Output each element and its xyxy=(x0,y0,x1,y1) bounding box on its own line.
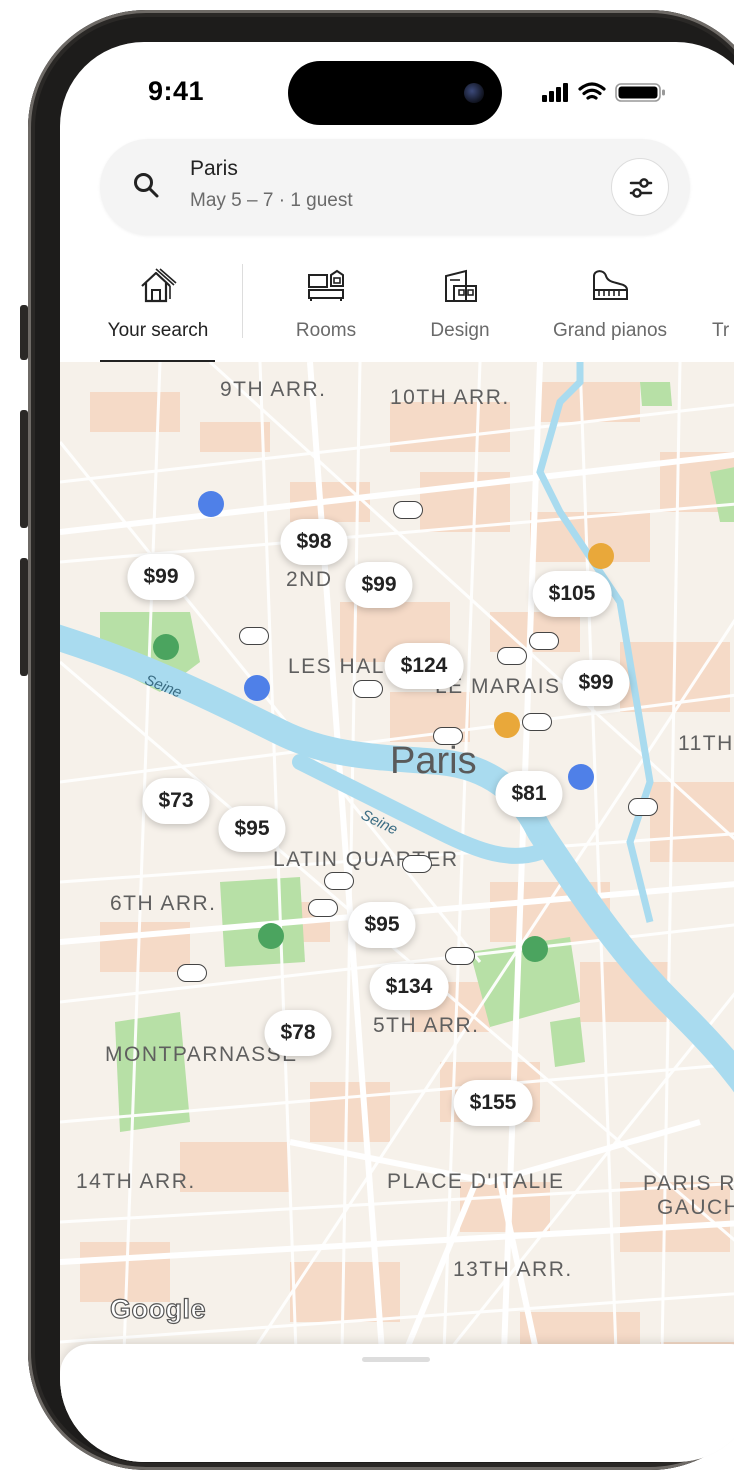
park-poi-icon[interactable] xyxy=(522,936,548,962)
listing-mini-marker[interactable] xyxy=(393,501,423,519)
photo-spot-poi-icon[interactable] xyxy=(568,764,594,790)
area-label-rive-gauche-2: GAUCH xyxy=(657,1196,734,1219)
room-icon xyxy=(308,269,344,301)
sheet-drag-handle[interactable] xyxy=(362,1357,430,1362)
map-view[interactable]: 9TH ARR. 10TH ARR. 2ND LES HAL LE MARAIS… xyxy=(60,362,734,1462)
dynamic-island xyxy=(288,61,502,125)
filters-button[interactable] xyxy=(611,158,669,216)
category-label: Rooms xyxy=(295,320,357,341)
area-label-2nd: 2ND xyxy=(286,568,333,591)
listing-mini-marker[interactable] xyxy=(402,855,432,873)
area-label-6th: 6TH ARR. xyxy=(110,892,217,915)
category-your-search[interactable]: Your search xyxy=(100,260,216,362)
bottom-sheet[interactable] xyxy=(60,1344,734,1462)
battery-icon xyxy=(615,83,665,102)
category-label: Tr xyxy=(712,320,730,341)
search-bar[interactable]: Paris May 5 – 7 · 1 guest xyxy=(100,139,690,235)
category-design[interactable]: Design xyxy=(405,260,515,362)
listing-mini-marker[interactable] xyxy=(324,872,354,890)
park-poi-icon[interactable] xyxy=(258,923,284,949)
listing-mini-marker[interactable] xyxy=(353,680,383,698)
search-dates-guests: May 5 – 7 · 1 guest xyxy=(190,190,353,211)
price-marker[interactable]: $105 xyxy=(532,571,612,617)
area-label-rive-gauche: PARIS R xyxy=(643,1172,734,1195)
price-marker[interactable]: $99 xyxy=(345,562,413,608)
listing-mini-marker[interactable] xyxy=(522,713,552,731)
price-marker[interactable]: $99 xyxy=(127,554,195,600)
price-marker[interactable]: $134 xyxy=(369,964,449,1010)
phone-screen: 9:41 Paris May 5 – 7 · 1 guest Your sear… xyxy=(60,42,734,1462)
cellular-signal-icon xyxy=(542,83,568,102)
price-marker[interactable]: $98 xyxy=(280,519,348,565)
listing-mini-marker[interactable] xyxy=(529,632,559,650)
category-divider xyxy=(242,264,243,338)
category-more[interactable]: Tr xyxy=(712,260,734,362)
price-marker[interactable]: $78 xyxy=(264,1010,332,1056)
piano-icon xyxy=(593,270,629,300)
area-label-11th: 11TH xyxy=(678,732,734,755)
category-grand-pianos[interactable]: Grand pianos xyxy=(540,260,680,362)
status-time: 9:41 xyxy=(148,76,205,106)
house-icon xyxy=(141,268,177,303)
museum-poi-icon[interactable] xyxy=(244,675,270,701)
category-label: Grand pianos xyxy=(552,320,668,341)
area-label-les-halles: LES HAL xyxy=(288,655,385,678)
area-label-14th: 14TH ARR. xyxy=(76,1170,196,1193)
listing-mini-marker[interactable] xyxy=(445,947,475,965)
volume-up-button xyxy=(20,410,28,528)
filters-icon xyxy=(629,178,653,198)
search-icon xyxy=(134,173,159,198)
price-marker[interactable]: $99 xyxy=(562,660,630,706)
area-label-place-italie: PLACE D'ITALIE xyxy=(387,1170,565,1193)
listing-mini-marker[interactable] xyxy=(239,627,269,645)
price-marker[interactable]: $95 xyxy=(348,902,416,948)
park-poi-icon[interactable] xyxy=(153,634,179,660)
price-marker[interactable]: $81 xyxy=(495,771,563,817)
listing-mini-marker[interactable] xyxy=(628,798,658,816)
category-label: Your search xyxy=(107,320,209,341)
price-marker[interactable]: $95 xyxy=(218,806,286,852)
listing-mini-marker[interactable] xyxy=(308,899,338,917)
search-location: Paris xyxy=(190,157,238,180)
listing-mini-marker[interactable] xyxy=(497,647,527,665)
price-marker[interactable]: $73 xyxy=(142,778,210,824)
category-rooms[interactable]: Rooms xyxy=(270,260,382,362)
status-icons xyxy=(542,82,665,102)
camera-icon xyxy=(464,83,484,103)
cafe-poi-icon[interactable] xyxy=(588,543,614,569)
listing-mini-marker[interactable] xyxy=(177,964,207,982)
city-label: Paris xyxy=(390,740,477,782)
category-label: Design xyxy=(430,320,490,341)
listing-mini-marker[interactable] xyxy=(433,727,463,745)
price-marker[interactable]: $124 xyxy=(384,643,464,689)
google-attribution: Google xyxy=(109,1293,206,1324)
wifi-icon xyxy=(578,82,606,100)
museum-poi-icon[interactable] xyxy=(198,491,224,517)
action-button xyxy=(20,305,28,360)
volume-down-button xyxy=(20,558,28,676)
shopping-poi-icon[interactable] xyxy=(494,712,520,738)
area-label-5th: 5TH ARR. xyxy=(373,1014,480,1037)
area-label-13th: 13TH ARR. xyxy=(453,1258,573,1281)
price-marker[interactable]: $155 xyxy=(453,1080,533,1126)
area-label-9th: 9TH ARR. xyxy=(220,378,327,401)
design-building-icon xyxy=(445,269,477,302)
area-label-10th: 10TH ARR. xyxy=(390,386,510,409)
category-bar: Your search Rooms Design Grand pianos Tr xyxy=(60,260,734,362)
